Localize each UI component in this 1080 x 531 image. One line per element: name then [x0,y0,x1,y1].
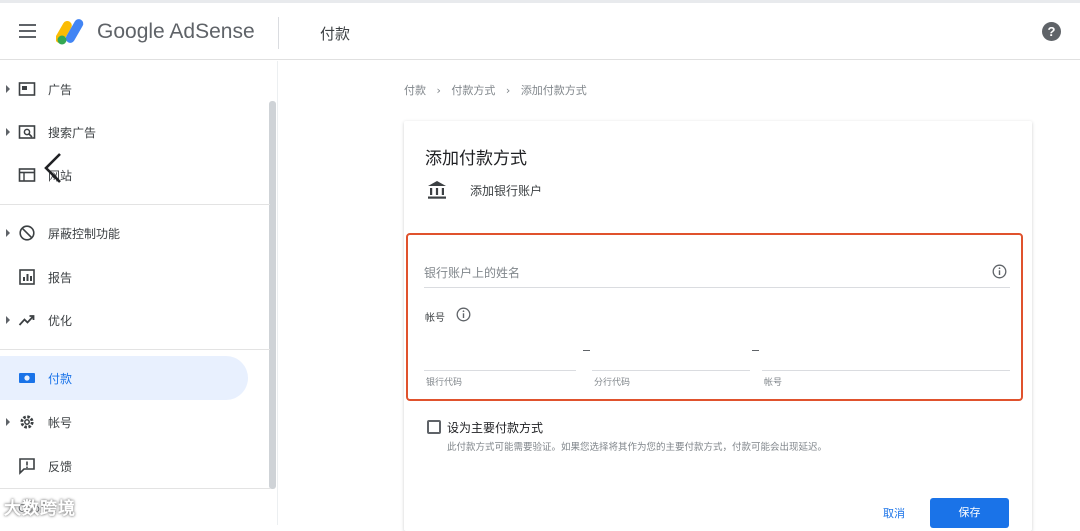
breadcrumb-separator-icon: › [436,84,441,97]
sidebar-item-label: 反馈 [48,460,73,474]
breadcrumb: 付款 › 付款方式 › 添加付款方式 [404,82,594,98]
card-title: 添加付款方式 [425,149,527,169]
account-holder-name-input[interactable] [424,258,1010,288]
sidebar-divider [0,204,270,205]
sidebar-item-label: 帐号 [48,416,73,430]
sidebar-item-reports[interactable]: 报告 [0,255,248,299]
sidebar-item-sites[interactable]: 网站 [0,153,248,197]
expand-arrow-icon [6,128,10,136]
sidebar-item-label: 搜索广告 [48,126,97,140]
sidebar-item-label: 广告 [48,83,73,97]
dash-separator [583,350,590,351]
payments-icon [19,373,35,383]
account-number-sublabel: 帐号 [764,378,783,388]
trending-icon [18,315,35,326]
add-payment-method-card: 添加付款方式 添加银行账户 帐号 银行代码 分行代码 帐号 设为主要付款方式 此… [404,121,1032,531]
bank-code-label: 银行代码 [426,378,463,388]
report-icon [19,269,35,285]
expand-arrow-icon [6,316,10,324]
sidebar-divider [0,488,270,489]
expand-arrow-icon [6,85,10,93]
sidebar-divider [0,349,270,350]
gear-icon [20,415,34,429]
account-number-label: 帐号 [425,313,445,324]
header-divider [278,17,279,49]
sidebar-item-label: 报告 [48,271,73,285]
block-icon [19,225,35,241]
adsense-logo [56,19,84,45]
sidebar-item-ads[interactable]: 广告 [0,67,248,111]
ads-icon [18,82,36,96]
primary-payment-label: 设为主要付款方式 [447,421,544,435]
sidebar-item-blocking-controls[interactable]: 屏蔽控制功能 [0,211,248,255]
sidebar-item-optimization[interactable]: 优化 [0,298,248,342]
sidebar-item-search-ads[interactable]: 搜索广告 [0,110,248,154]
sidebar-item-payments[interactable]: 付款 [0,356,248,400]
info-icon[interactable] [456,307,471,322]
expand-arrow-icon [6,418,10,426]
help-icon[interactable]: ? [1042,22,1061,41]
bank-code-input[interactable] [424,345,576,371]
page-title: 付款 [320,25,351,43]
sidebar-item-label: 优化 [48,314,73,328]
feedback-icon [19,458,35,475]
breadcrumb-payment-methods[interactable]: 付款方式 [451,84,495,97]
expand-arrow-icon [6,229,10,237]
sidebar: 广告 搜索广告 网站 屏蔽控制功能 报告 优化 付款 帐号 反馈 Google [0,61,278,525]
cancel-button[interactable]: 取消 [870,502,918,526]
sidebar-item-label: 屏蔽控制功能 [48,227,121,241]
sites-icon [18,168,36,182]
save-button[interactable]: 保存 [930,498,1009,528]
sidebar-item-account[interactable]: 帐号 [0,400,248,444]
breadcrumb-current: 添加付款方式 [520,84,587,97]
breadcrumb-separator-icon: › [505,84,511,97]
primary-payment-description: 此付款方式可能需要验证。如果您选择将其作为您的主要付款方式，付款可能会出现延迟。 [447,442,828,453]
top-app-bar: Google AdSense 付款 ? [0,0,1080,60]
watermark: 大数跨境 [4,499,76,519]
sidebar-item-label: 付款 [48,372,73,386]
dash-separator [752,350,759,351]
breadcrumb-payments[interactable]: 付款 [404,84,426,97]
menu-icon[interactable] [16,19,40,43]
add-bank-account-label: 添加银行账户 [470,184,543,198]
primary-payment-checkbox[interactable] [427,420,441,434]
branch-code-input[interactable] [592,345,750,371]
sidebar-item-feedback[interactable]: 反馈 [0,444,248,488]
branch-code-label: 分行代码 [594,378,631,388]
account-number-input[interactable] [762,345,1010,371]
bank-icon [428,181,446,199]
sidebar-scrollbar[interactable] [269,101,276,489]
brand-name: Google AdSense [97,20,255,43]
search-ads-icon [18,125,36,139]
info-icon[interactable] [992,264,1007,279]
back-chevron-icon[interactable] [40,150,68,186]
